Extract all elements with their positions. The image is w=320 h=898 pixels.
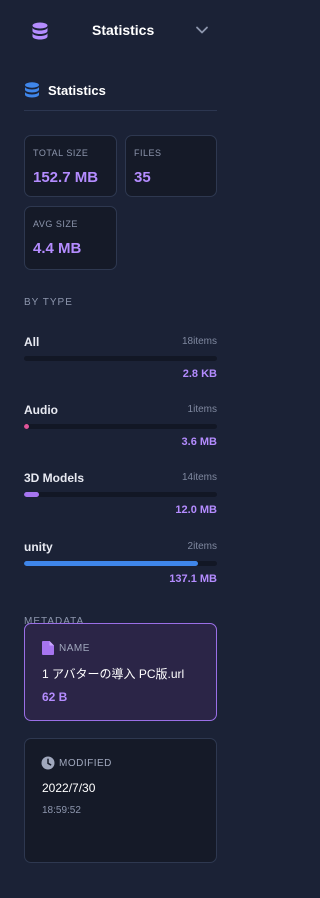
metadata-label: MODIFIED (59, 758, 112, 769)
type-progress-fill (24, 424, 29, 429)
database-icon (32, 22, 48, 40)
section-title-label: Statistics (48, 83, 106, 98)
chevron-down-icon[interactable] (195, 25, 209, 35)
stat-value: 152.7 MB (33, 169, 99, 186)
modified-date: 2022/7/30 (42, 781, 96, 795)
file-icon (42, 641, 54, 655)
modified-time: 18:59:52 (42, 805, 81, 816)
metadata-label: NAME (59, 643, 90, 654)
file-size: 62 B (42, 690, 68, 704)
file-name: 1 アバターの導入 PC版.url (42, 667, 185, 681)
stat-value: 4.4 MB (33, 240, 82, 257)
database-icon (25, 82, 39, 98)
type-size: 3.6 MB (181, 436, 217, 448)
type-progress-track (24, 561, 217, 566)
section-title: Statistics (24, 80, 217, 111)
type-count: 18items (181, 336, 217, 347)
stat-label: FILES (134, 148, 162, 158)
type-progress-track (24, 492, 217, 497)
type-size: 2.8 KB (182, 368, 217, 380)
stat-card-files: FILES 35 (125, 135, 217, 197)
type-size: 137.1 MB (169, 573, 217, 585)
type-name: unity (24, 540, 53, 554)
type-progress-fill (24, 492, 40, 497)
type-row-unity[interactable]: unity 2items 137.1 MB (24, 540, 217, 596)
type-name: Audio (24, 403, 58, 417)
metadata-name-card[interactable]: NAME 1 アバターの導入 PC版.url 62 B (24, 623, 217, 721)
type-name: 3D Models (24, 471, 85, 485)
stat-label: TOTAL SIZE (33, 148, 89, 158)
type-progress-track (24, 356, 217, 361)
metadata-modified-card: MODIFIED 2022/7/30 18:59:52 (24, 738, 217, 863)
stat-card-total-size: TOTAL SIZE 152.7 MB (24, 135, 117, 197)
stat-label: AVG SIZE (33, 219, 78, 229)
statistics-panel-header[interactable]: Statistics (0, 0, 242, 62)
type-count: 1items (187, 404, 217, 415)
type-size: 12.0 MB (175, 504, 217, 516)
type-progress-track (24, 424, 217, 429)
panel-title: Statistics (92, 22, 155, 38)
type-name: All (24, 335, 40, 349)
type-row-audio[interactable]: Audio 1items 3.6 MB (24, 403, 217, 459)
type-row-3d-models[interactable]: 3D Models 14items 12.0 MB (24, 471, 217, 527)
type-progress-fill (24, 561, 198, 566)
type-row-all[interactable]: All 18items 2.8 KB (24, 335, 217, 391)
type-count: 14items (181, 472, 217, 483)
clock-icon (41, 756, 55, 770)
stat-value: 35 (134, 169, 151, 186)
stat-card-avg-size: AVG SIZE 4.4 MB (24, 206, 117, 270)
by-type-heading: BY TYPE (24, 297, 73, 308)
type-count: 2items (187, 541, 217, 552)
